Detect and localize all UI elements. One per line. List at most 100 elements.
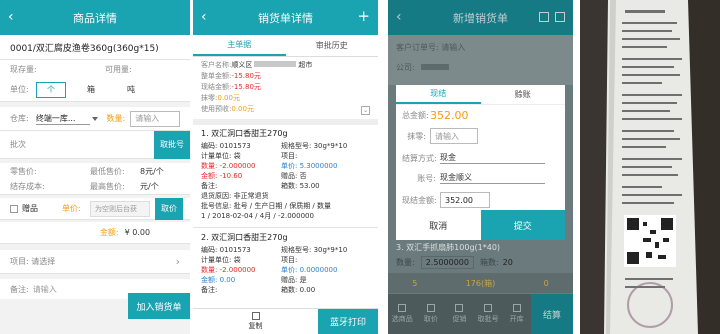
copy-button[interactable]: 复制 [193, 309, 318, 334]
cost-row: 结存成本: 最高售价: 元/个 [0, 179, 190, 195]
item-unit: 计量单位: 袋 [201, 152, 241, 160]
background-counts: 5 176(箱) 0 [388, 273, 573, 293]
account-label: 账号: [417, 173, 436, 183]
bottom-nav: 选商品 取价 促销 取批号 开库 结算 [388, 294, 573, 334]
new-sales-order-screen: ‹ 新增销货单 客户订单号: 请输入 公司: 现结 赊账 总金额: 352.00… [388, 0, 573, 334]
page-title: 新增销货单 [453, 11, 508, 25]
method-select[interactable]: 现金 [440, 152, 545, 164]
retail-row: 零售价: 最低售价: 8元/个 [0, 163, 190, 179]
nav-label: 选商品 [391, 315, 413, 323]
redacted-block [420, 64, 449, 70]
item-spec: 规格型号: 30g*9*10 [281, 246, 348, 254]
tab-history[interactable]: 审批历史 [286, 35, 379, 56]
discount-label: 抹零: [201, 94, 218, 102]
account-select[interactable]: 现金顺义 [440, 172, 545, 184]
nav-label: 取价 [423, 315, 438, 323]
whole-amount-label: 整单金额: [201, 72, 232, 80]
method-label: 结算方式: [402, 153, 437, 163]
dialog-tab-bar: 现结 赊账 [396, 85, 565, 105]
customer-line: 客户名称:顺义区 超市 [201, 60, 370, 71]
item-amount: 金额: -10.60 [201, 172, 243, 180]
receipt-photo-image [580, 0, 720, 334]
min-price-label: 最低售价: [90, 166, 125, 176]
page-title: 商品详情 [73, 11, 117, 25]
menu-icon[interactable] [555, 12, 565, 22]
warehouse-select[interactable]: 终端一库... [35, 113, 91, 125]
discount-label: 抹零: [407, 131, 426, 141]
promotion-icon [455, 304, 464, 312]
scan-icon[interactable] [539, 12, 549, 22]
back-icon[interactable]: ‹ [201, 9, 207, 25]
min-price-value: 8元/个 [140, 166, 164, 176]
order-item[interactable]: 2. 双汇洞口香甜王270g 编码: 0101573 规格型号: 30g*9*1… [193, 230, 378, 298]
tab-credit[interactable]: 赊账 [481, 85, 566, 104]
customer-label: 客户名称: [201, 61, 232, 69]
gift-checkbox[interactable] [10, 204, 18, 213]
nav-label: 促销 [452, 315, 467, 323]
company-field: 公司: [388, 60, 573, 75]
stock-label: 现存量: [10, 64, 37, 74]
unit-price-label: 单价: [62, 204, 81, 213]
remark-label: 备注: [10, 284, 29, 294]
total-value: 352.00 [430, 109, 469, 122]
stock-icon [512, 304, 521, 312]
submit-button[interactable]: 提交 [480, 210, 565, 240]
warehouse-row: 仓库: 终端一库... 数量: 请输入 [0, 107, 190, 131]
back-icon[interactable]: ‹ [8, 9, 14, 25]
bluetooth-print-button[interactable]: 蓝牙打印 [318, 309, 378, 334]
cash-label: 现结金额: [402, 195, 437, 205]
quantity-input[interactable]: 请输入 [130, 110, 180, 127]
item-remark: 备注: [201, 286, 218, 294]
nav-promotion[interactable]: 促销 [445, 294, 474, 334]
batch-label: 批次 [10, 140, 26, 149]
receipt-photo [580, 0, 720, 334]
item-code: 编码: 0101573 [201, 142, 251, 150]
qty-label: 数量: [396, 258, 415, 267]
get-batch-button[interactable]: 取批号 [154, 130, 190, 159]
cancel-button[interactable]: 取消 [396, 210, 481, 240]
unit-price-input[interactable]: 为空则后台获 [90, 200, 150, 217]
settlement-dialog: 现结 赊账 总金额: 352.00 抹零: 请输入 结算方式: 现金 账号: 现… [396, 85, 565, 240]
item-amount: 金额: 0.00 [201, 276, 236, 284]
tab-cash[interactable]: 现结 [396, 85, 481, 104]
total-label: 总金额: [402, 111, 429, 120]
batch-icon [484, 304, 493, 312]
customer-value: 顺义区 [231, 61, 253, 69]
copy-label: 复制 [248, 322, 263, 330]
discount-line: 抹零:0.00元 [201, 93, 370, 104]
order-item[interactable]: 1. 双汇洞口香甜王270g 编码: 0101573 规格型号: 30g*9*1… [193, 125, 378, 225]
settle-button[interactable]: 结算 [530, 294, 573, 334]
get-price-button[interactable]: 取价 [155, 197, 183, 220]
nav-get-price[interactable]: 取价 [417, 294, 446, 334]
sales-order-detail-screen: ‹ 销货单详情 + 主单据 审批历史 客户名称:顺义区 超市 整单金额:-15.8… [193, 0, 378, 334]
top-bar: ‹ 新增销货单 [388, 0, 573, 35]
back-icon[interactable]: ‹ [396, 9, 402, 25]
unit-option-ton[interactable]: 吨 [116, 84, 146, 95]
tab-bar: 主单据 审批历史 [193, 35, 378, 57]
cash-input[interactable]: 352.00 [440, 192, 490, 208]
count-value: 176(箱) [465, 278, 496, 288]
chevron-right-icon: › [175, 255, 180, 268]
nav-open-stock[interactable]: 开库 [502, 294, 531, 334]
quantity-label: 数量: [106, 114, 126, 123]
cash-amount-value: -15.80元 [231, 83, 261, 91]
remark-input[interactable]: 请输入 [33, 284, 57, 295]
project-row[interactable]: 项目: 请选择 › [0, 250, 190, 274]
add-icon[interactable]: + [357, 7, 370, 25]
nav-select-product[interactable]: 选商品 [388, 294, 417, 334]
box-value: 20 [502, 258, 513, 267]
nav-get-batch[interactable]: 取批号 [474, 294, 503, 334]
stock-row: 现存量: 可用量: [0, 60, 190, 78]
item-project: 项目: [281, 152, 298, 160]
customer-suffix: 超市 [298, 61, 313, 69]
discount-input[interactable]: 请输入 [430, 128, 478, 144]
chevron-down-icon[interactable]: ⌄ [361, 106, 370, 115]
unit-option-ge[interactable]: 个 [36, 81, 66, 98]
product-detail-screen: ‹ 商品详情 0001/双汇腐皮渔卷360g(360g*15) 现存量: 可用量… [0, 0, 190, 334]
redacted-block [254, 61, 297, 67]
project-label: 项目: 请选择 [10, 257, 56, 266]
add-to-order-button[interactable]: 加入销货单 [128, 293, 190, 319]
unit-option-box[interactable]: 箱 [76, 84, 106, 95]
item-title: 2. 双汇洞口香甜王270g [201, 233, 288, 242]
tab-main[interactable]: 主单据 [193, 35, 286, 56]
